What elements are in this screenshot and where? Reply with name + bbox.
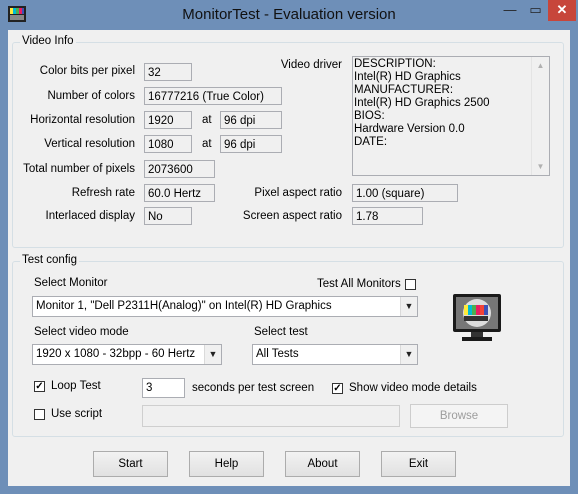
vres-at-label: at: [202, 138, 212, 150]
select-monitor-label: Select Monitor: [34, 277, 108, 289]
loop-test-label[interactable]: Loop Test: [51, 380, 101, 392]
window-title: MonitorTest - Evaluation version: [182, 6, 396, 23]
about-button[interactable]: About: [285, 451, 360, 477]
chevron-down-icon[interactable]: ▼: [400, 345, 417, 364]
seconds-label: seconds per test screen: [192, 382, 315, 394]
refresh-rate-value: 60.0 Hertz: [144, 184, 215, 202]
video-driver-memo[interactable]: DESCRIPTION: Intel(R) HD Graphics MANUFA…: [352, 56, 550, 176]
browse-button[interactable]: Browse: [410, 404, 508, 428]
color-bits-label: Color bits per pixel: [39, 65, 135, 77]
num-colors-label: Number of colors: [47, 90, 135, 102]
use-script-label[interactable]: Use script: [51, 408, 102, 420]
script-path-input[interactable]: [142, 405, 400, 427]
close-button[interactable]: ✕: [548, 0, 576, 21]
show-details-label[interactable]: Show video mode details: [349, 382, 477, 394]
show-details-checkbox[interactable]: ✓: [332, 383, 343, 394]
scroll-up-icon[interactable]: ▲: [532, 57, 549, 74]
video-driver-label: Video driver: [280, 59, 342, 71]
test-select[interactable]: All Tests ▼: [252, 344, 418, 365]
main-window: MonitorTest - Evaluation version — ▭ ✕ V…: [0, 0, 578, 494]
exit-button[interactable]: Exit: [381, 451, 456, 477]
monitor-test-pattern-icon: [453, 294, 501, 341]
total-pixels-label: Total number of pixels: [23, 163, 135, 175]
screen-aspect-value: 1.78: [352, 207, 423, 225]
hres-dpi-value: 96 dpi: [220, 111, 282, 129]
pixel-aspect-value: 1.00 (square): [352, 184, 458, 202]
seconds-input[interactable]: 3: [142, 378, 185, 398]
maximize-button[interactable]: ▭: [523, 0, 548, 21]
test-all-monitors-label[interactable]: Test All Monitors: [317, 278, 401, 290]
video-info-group-title: Video Info: [20, 35, 76, 47]
video-driver-text: DESCRIPTION: Intel(R) HD Graphics MANUFA…: [354, 58, 490, 148]
vres-label: Vertical resolution: [44, 138, 135, 150]
total-pixels-value: 2073600: [144, 160, 215, 178]
help-button[interactable]: Help: [189, 451, 264, 477]
loop-test-checkbox[interactable]: ✓: [34, 381, 45, 392]
refresh-rate-label: Refresh rate: [71, 187, 135, 199]
test-select-value: All Tests: [256, 348, 299, 360]
color-bits-value: 32: [144, 63, 192, 81]
screen-aspect-label: Screen aspect ratio: [242, 210, 342, 222]
interlaced-label: Interlaced display: [45, 210, 136, 222]
select-test-label: Select test: [254, 326, 308, 338]
video-mode-label: Select video mode: [34, 326, 129, 338]
minimize-button[interactable]: —: [497, 0, 523, 21]
start-button[interactable]: Start: [93, 451, 168, 477]
vres-dpi-value: 96 dpi: [220, 135, 282, 153]
scroll-down-icon[interactable]: ▼: [532, 158, 549, 175]
video-mode-select-value: 1920 x 1080 - 32bpp - 60 Hertz: [36, 348, 196, 360]
chevron-down-icon[interactable]: ▼: [400, 297, 417, 316]
vres-value: 1080: [144, 135, 192, 153]
pixel-aspect-label: Pixel aspect ratio: [254, 187, 342, 199]
hres-label: Horizontal resolution: [30, 114, 135, 126]
video-driver-scrollbar[interactable]: ▲ ▼: [531, 57, 549, 175]
hres-at-label: at: [202, 114, 212, 126]
monitor-select-value: Monitor 1, "Dell P2311H(Analog)" on Inte…: [36, 300, 332, 312]
hres-value: 1920: [144, 111, 192, 129]
chevron-down-icon[interactable]: ▼: [204, 345, 221, 364]
test-all-monitors-checkbox[interactable]: [405, 279, 416, 290]
use-script-checkbox[interactable]: [34, 409, 45, 420]
num-colors-value: 16777216 (True Color): [144, 87, 282, 105]
client-area: Video Info Color bits per pixel 32 Numbe…: [8, 30, 570, 486]
interlaced-value: No: [144, 207, 192, 225]
title-bar[interactable]: MonitorTest - Evaluation version — ▭ ✕: [0, 0, 578, 30]
checkmark-icon: ✓: [333, 383, 342, 394]
test-config-group-title: Test config: [20, 254, 79, 266]
video-mode-select[interactable]: 1920 x 1080 - 32bpp - 60 Hertz ▼: [32, 344, 222, 365]
checkmark-icon: ✓: [35, 381, 44, 392]
monitor-select[interactable]: Monitor 1, "Dell P2311H(Analog)" on Inte…: [32, 296, 418, 317]
